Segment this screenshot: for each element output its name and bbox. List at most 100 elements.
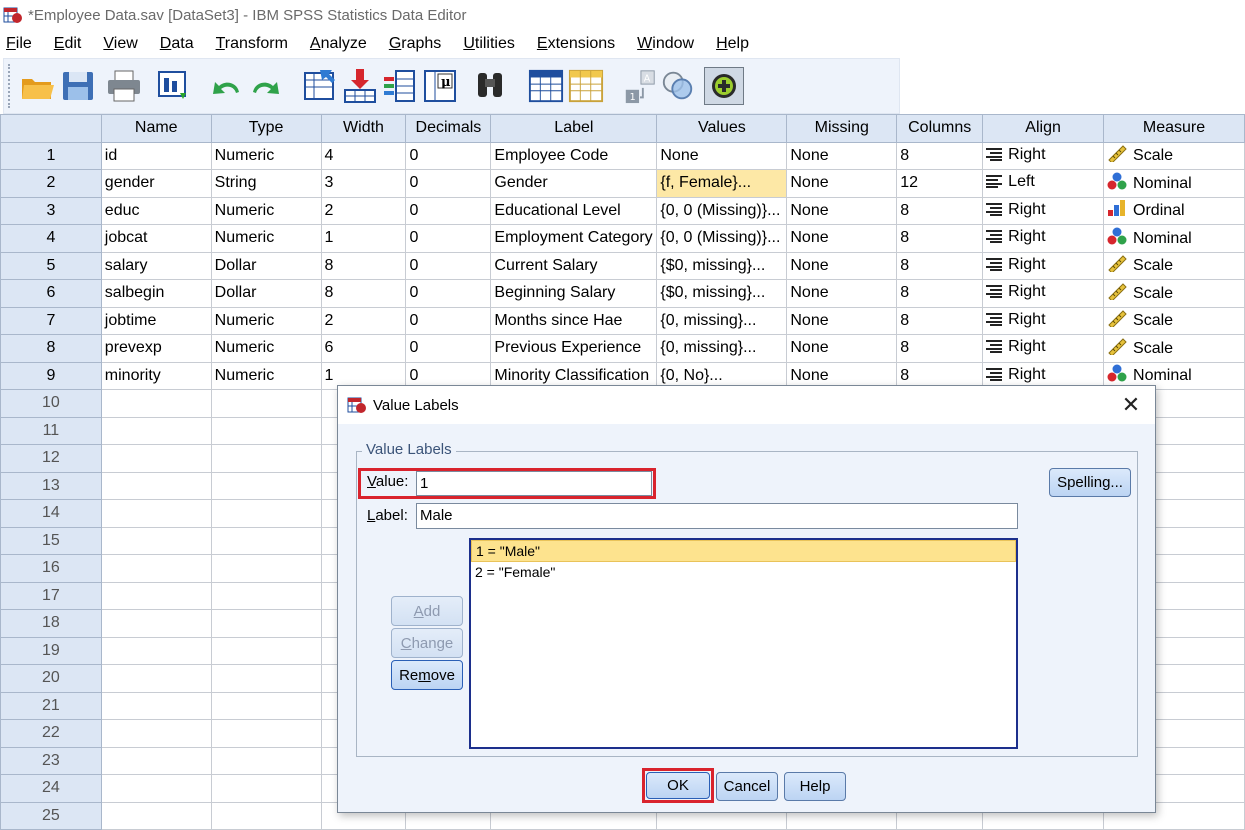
cell-decimals[interactable]: 0 (405, 334, 492, 363)
cell-label[interactable]: Educational Level (490, 196, 658, 225)
row-number[interactable]: 22 (0, 719, 102, 748)
empty-cell[interactable] (210, 691, 322, 720)
column-header-measure[interactable]: Measure (1103, 114, 1245, 143)
cell-decimals[interactable]: 0 (405, 251, 492, 280)
cell-type[interactable]: Numeric (210, 224, 322, 253)
menu-file[interactable]: File (6, 35, 32, 53)
row-number[interactable]: 4 (0, 224, 102, 253)
row-number[interactable]: 3 (0, 196, 102, 225)
column-header-type[interactable]: Type (210, 114, 322, 143)
cell-measure[interactable]: Scale (1103, 306, 1245, 335)
menu-utilities[interactable]: Utilities (463, 35, 515, 53)
empty-cell[interactable] (210, 416, 322, 445)
row-number[interactable]: 5 (0, 251, 102, 280)
cell-width[interactable]: 2 (320, 306, 407, 335)
cell-type[interactable]: String (210, 169, 322, 198)
empty-cell[interactable] (100, 389, 212, 418)
cell-width[interactable]: 1 (320, 224, 407, 253)
cell-decimals[interactable]: 0 (405, 141, 492, 170)
save-icon[interactable] (60, 68, 96, 104)
cell-values[interactable]: None (656, 141, 788, 170)
cell-align[interactable]: Right (982, 224, 1105, 253)
menu-data[interactable]: Data (160, 35, 194, 53)
row-number[interactable]: 24 (0, 774, 102, 803)
add-button[interactable]: Add (391, 596, 463, 626)
value-field[interactable]: 1 (416, 471, 652, 496)
empty-cell[interactable] (100, 609, 212, 638)
cell-width[interactable]: 3 (320, 169, 407, 198)
row-number[interactable]: 7 (0, 306, 102, 335)
insert-cases-icon[interactable] (528, 68, 564, 104)
close-icon[interactable]: ✕ (1119, 392, 1143, 417)
cell-label[interactable]: Current Salary (490, 251, 658, 280)
cell-values[interactable]: {0, 0 (Missing)}... (656, 196, 788, 225)
menu-transform[interactable]: Transform (216, 35, 288, 53)
column-header-columns[interactable]: Columns (896, 114, 984, 143)
remove-button[interactable]: Remove (391, 660, 463, 690)
column-header-missing[interactable]: Missing (786, 114, 898, 143)
cell-columns[interactable]: 8 (896, 251, 984, 280)
cell-columns[interactable]: 8 (896, 196, 984, 225)
cell-type[interactable]: Numeric (210, 334, 322, 363)
cell-missing[interactable]: None (786, 279, 898, 308)
row-number[interactable]: 15 (0, 526, 102, 555)
print-icon[interactable] (106, 68, 142, 104)
row-number[interactable]: 17 (0, 581, 102, 610)
cell-columns[interactable]: 12 (896, 169, 984, 198)
empty-cell[interactable] (210, 471, 322, 500)
cell-measure[interactable]: Scale (1103, 251, 1245, 280)
cell-type[interactable]: Numeric (210, 361, 322, 390)
empty-cell[interactable] (100, 691, 212, 720)
menu-window[interactable]: Window (637, 35, 694, 53)
cell-missing[interactable]: None (786, 141, 898, 170)
toolbar-grip[interactable] (8, 64, 12, 108)
cell-align[interactable]: Right (982, 251, 1105, 280)
cell-values[interactable]: {0, missing}... (656, 334, 788, 363)
empty-cell[interactable] (100, 664, 212, 693)
cell-name[interactable]: educ (100, 196, 212, 225)
cell-missing[interactable]: None (786, 306, 898, 335)
column-header-align[interactable]: Align (982, 114, 1105, 143)
row-number[interactable]: 10 (0, 389, 102, 418)
open-icon[interactable] (20, 68, 56, 104)
empty-cell[interactable] (100, 636, 212, 665)
empty-cell[interactable] (100, 416, 212, 445)
goto-case-icon[interactable] (302, 68, 338, 104)
menu-view[interactable]: View (103, 35, 137, 53)
row-number[interactable]: 12 (0, 444, 102, 473)
cell-name[interactable]: prevexp (100, 334, 212, 363)
label-field[interactable]: Male (416, 503, 1018, 529)
menu-graphs[interactable]: Graphs (389, 35, 441, 53)
cell-measure[interactable]: Scale (1103, 334, 1245, 363)
row-number[interactable]: 2 (0, 169, 102, 198)
dialog-recall-icon[interactable] (156, 68, 192, 104)
empty-cell[interactable] (210, 801, 322, 830)
cell-decimals[interactable]: 0 (405, 224, 492, 253)
cell-name[interactable]: jobtime (100, 306, 212, 335)
row-number[interactable]: 16 (0, 554, 102, 583)
ok-button[interactable]: OK (646, 772, 710, 799)
cell-measure[interactable]: Scale (1103, 141, 1245, 170)
menu-help[interactable]: Help (716, 35, 749, 53)
empty-cell[interactable] (100, 471, 212, 500)
empty-cell[interactable] (100, 801, 212, 830)
cell-name[interactable]: gender (100, 169, 212, 198)
cell-measure[interactable]: Nominal (1103, 224, 1245, 253)
column-header-width[interactable]: Width (320, 114, 407, 143)
row-number[interactable]: 1 (0, 141, 102, 170)
row-number[interactable]: 14 (0, 499, 102, 528)
cell-missing[interactable]: None (786, 196, 898, 225)
cell-label[interactable]: Gender (490, 169, 658, 198)
cell-decimals[interactable]: 0 (405, 196, 492, 225)
row-number[interactable]: 20 (0, 664, 102, 693)
find-icon[interactable] (472, 68, 508, 104)
list-item[interactable]: 2 = "Female" (471, 562, 1016, 584)
undo-icon[interactable] (208, 68, 244, 104)
cell-missing[interactable]: None (786, 169, 898, 198)
empty-cell[interactable] (210, 389, 322, 418)
cell-name[interactable]: id (100, 141, 212, 170)
empty-cell[interactable] (210, 554, 322, 583)
menu-analyze[interactable]: Analyze (310, 35, 367, 53)
help-button[interactable]: Help (784, 772, 846, 801)
row-number[interactable]: 8 (0, 334, 102, 363)
